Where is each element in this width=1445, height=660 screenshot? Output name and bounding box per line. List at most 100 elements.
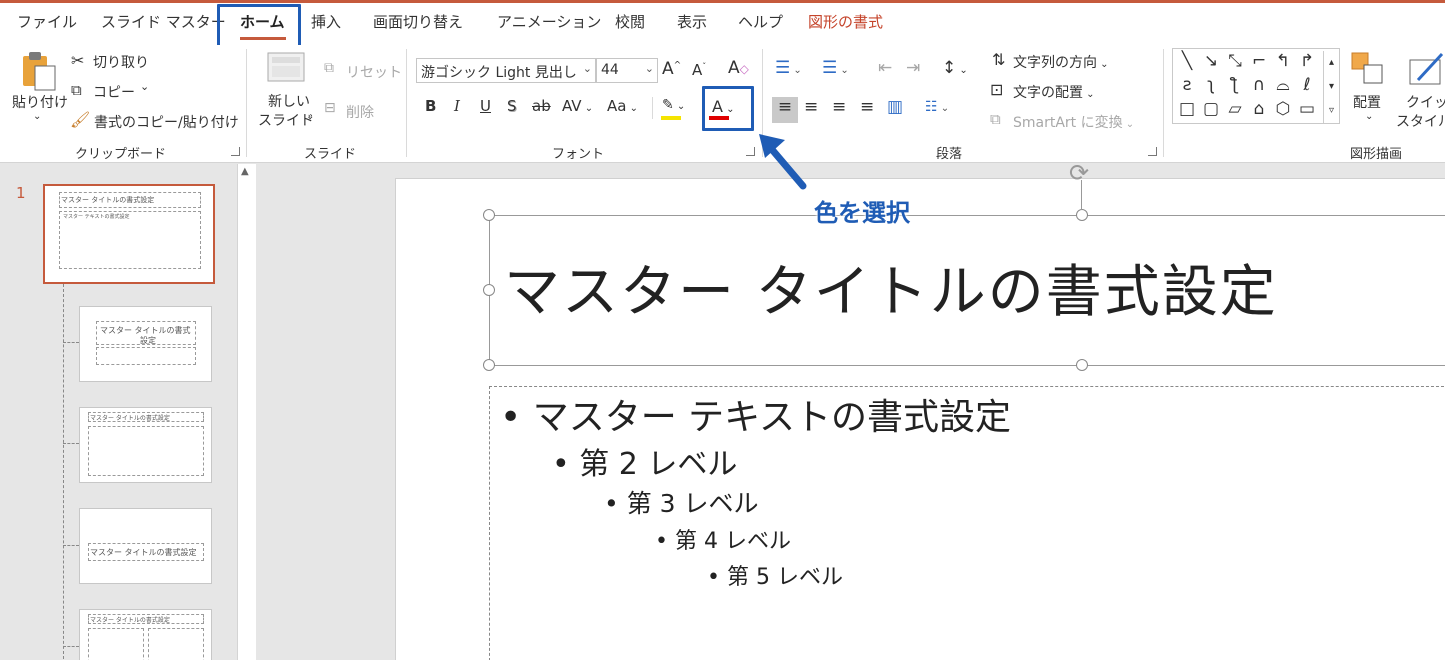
elbow-double-arrow-icon[interactable]: ↱ bbox=[1297, 51, 1317, 71]
thumb-body-placeholder bbox=[88, 426, 204, 476]
align-right-icon[interactable]: ≡ bbox=[832, 97, 846, 117]
font-color-button[interactable]: A ⌄ bbox=[712, 97, 735, 116]
underline-button[interactable]: U bbox=[480, 97, 491, 115]
font-size-select[interactable]: 44 ⌄ bbox=[596, 58, 658, 83]
change-case-button[interactable]: Aa ⌄ bbox=[607, 97, 638, 115]
clear-formatting-icon[interactable]: A◇ bbox=[728, 58, 749, 78]
elbow-connector-icon[interactable]: ⌐ bbox=[1249, 51, 1269, 71]
justify-icon[interactable]: ≡ bbox=[860, 97, 874, 117]
tab-review[interactable]: 校閲 bbox=[615, 11, 645, 32]
resize-handle[interactable] bbox=[483, 209, 495, 221]
line-shape-icon[interactable]: ╲ bbox=[1177, 51, 1197, 71]
rotate-handle-icon[interactable]: ⟳ bbox=[1069, 159, 1089, 187]
shadow-button[interactable]: S bbox=[507, 97, 517, 115]
text-direction-icon[interactable]: ⇅ bbox=[992, 50, 1005, 69]
slide-title[interactable]: マスター タイトルの書式設定 bbox=[504, 247, 1278, 328]
double-arrow-shape-icon[interactable]: ⤡ bbox=[1225, 51, 1245, 71]
shapes-gallery[interactable]: ╲ ↘ ⤡ ⌐ ↰ ↱ ƨ ʅ ƪ ∩ ⌓ ℓ □ ▢ ▱ ⌂ ⬡ ▭ ▴ ▾ ▿ bbox=[1172, 48, 1340, 124]
bullet-level-1[interactable]: • マスター テキストの書式設定 bbox=[500, 388, 1011, 440]
font-size-value: 44 bbox=[601, 62, 619, 78]
thumbnail-layout-two-content[interactable]: マスター タイトルの書式設定 bbox=[79, 609, 212, 660]
paragraph-launcher-icon[interactable] bbox=[1148, 147, 1157, 156]
copy-dropdown-icon[interactable]: ⌄ bbox=[140, 80, 149, 93]
quick-styles-icon[interactable] bbox=[1408, 50, 1445, 88]
decrease-indent-icon: ⇤ bbox=[878, 58, 893, 78]
resize-handle[interactable] bbox=[483, 359, 495, 371]
resize-handle[interactable] bbox=[483, 284, 495, 296]
paste-icon[interactable] bbox=[20, 50, 58, 92]
curved-double-arrow-icon[interactable]: ƪ bbox=[1225, 75, 1245, 95]
numbering-icon[interactable]: ☰ ⌄ bbox=[822, 58, 849, 78]
tab-slide-master[interactable]: スライド マスター bbox=[101, 11, 226, 32]
arrange-icon[interactable] bbox=[1350, 51, 1386, 87]
freeform-icon[interactable]: ⌓ bbox=[1273, 75, 1293, 95]
highlight-color-button[interactable]: ✎ ⌄ bbox=[662, 97, 685, 113]
thumbnail-scrollbar[interactable]: ▲ bbox=[237, 164, 256, 660]
align-text-button[interactable]: 文字の配置 ⌄ bbox=[1013, 82, 1095, 102]
new-slide-dropdown-icon[interactable]: ⌄ bbox=[306, 111, 314, 122]
tab-file[interactable]: ファイル bbox=[17, 11, 77, 32]
new-slide-icon[interactable] bbox=[266, 51, 306, 83]
curved-arrow-icon[interactable]: ʅ bbox=[1201, 75, 1221, 95]
rectangle-shape-icon[interactable]: □ bbox=[1177, 99, 1197, 119]
text-direction-button[interactable]: 文字列の方向 ⌄ bbox=[1013, 52, 1109, 72]
format-painter-button[interactable]: 書式のコピー/貼り付け bbox=[94, 112, 239, 132]
snip-diagonal-icon[interactable]: ⬡ bbox=[1273, 99, 1293, 119]
thumbnail-layout-section[interactable]: マスター タイトルの書式設定 bbox=[79, 508, 212, 584]
arrow-shape-icon[interactable]: ↘ bbox=[1201, 51, 1221, 71]
paste-label[interactable]: 貼り付け bbox=[12, 92, 68, 112]
italic-button[interactable]: I bbox=[454, 97, 460, 115]
bullet-level-4[interactable]: • 第 4 レベル bbox=[655, 523, 791, 555]
copy-button[interactable]: コピー bbox=[93, 82, 135, 102]
bullets-icon[interactable]: ☰ ⌄ bbox=[775, 58, 802, 78]
tab-shape-format[interactable]: 図形の書式 bbox=[808, 11, 883, 32]
align-center-icon[interactable]: ≡ bbox=[804, 97, 818, 117]
tab-view[interactable]: 表示 bbox=[677, 11, 707, 32]
copy-icon[interactable]: ⧉ bbox=[71, 81, 82, 99]
format-painter-icon[interactable]: 🖌 bbox=[70, 110, 90, 129]
line-spacing-icon[interactable]: ↕ ⌄ bbox=[942, 58, 968, 78]
thumbnail-layout-content[interactable]: マスター タイトルの書式設定 bbox=[79, 407, 212, 483]
columns-icon[interactable]: ☷ ⌄ bbox=[925, 99, 949, 115]
arrange-button[interactable]: 配置 bbox=[1353, 92, 1381, 112]
scroll-up-icon[interactable]: ▲ bbox=[241, 166, 249, 177]
tab-transitions[interactable]: 画面切り替え bbox=[373, 11, 463, 32]
shrink-font-icon[interactable]: Aˇ bbox=[692, 61, 706, 79]
bullet-level-2[interactable]: • 第 2 レベル bbox=[552, 439, 737, 483]
strikethrough-button[interactable]: ab bbox=[532, 97, 551, 115]
scribble-icon[interactable]: ℓ bbox=[1297, 75, 1317, 95]
curve-icon[interactable]: ∩ bbox=[1249, 75, 1269, 95]
tab-help[interactable]: ヘルプ bbox=[738, 11, 783, 32]
round-snip-icon[interactable]: ▭ bbox=[1297, 99, 1317, 119]
rounded-rectangle-icon[interactable]: ▢ bbox=[1201, 99, 1221, 119]
resize-handle[interactable] bbox=[1076, 209, 1088, 221]
paste-dropdown-icon[interactable]: ⌄ bbox=[33, 111, 41, 122]
thumbnail-slide-master[interactable]: マスター タイトルの書式設定 マスター テキストの書式設定 bbox=[43, 184, 215, 284]
clipboard-launcher-icon[interactable] bbox=[231, 147, 240, 156]
bold-button[interactable]: B bbox=[425, 97, 436, 115]
tab-insert[interactable]: 挿入 bbox=[311, 11, 341, 32]
elbow-arrow-icon[interactable]: ↰ bbox=[1273, 51, 1293, 71]
snip-same-side-icon[interactable]: ⌂ bbox=[1249, 99, 1269, 119]
tab-animations[interactable]: アニメーション bbox=[497, 11, 601, 32]
bullet-level-3[interactable]: • 第 3 レベル bbox=[604, 484, 759, 520]
thumbnail-layout-title[interactable]: マスター タイトルの書式 設定 bbox=[79, 306, 212, 382]
align-left-icon[interactable]: ≡ bbox=[772, 97, 798, 123]
align-text-icon[interactable]: ⊡ bbox=[990, 80, 1003, 99]
distributed-icon[interactable]: ▥ bbox=[887, 97, 903, 117]
curved-connector-icon[interactable]: ƨ bbox=[1177, 75, 1197, 95]
grow-font-icon[interactable]: A^ bbox=[662, 59, 681, 79]
cut-icon[interactable]: ✂ bbox=[71, 51, 84, 70]
character-spacing-button[interactable]: AV ⌄ bbox=[562, 97, 593, 115]
quick-styles-label-2[interactable]: スタイル bbox=[1396, 111, 1445, 131]
gallery-scroll-icon[interactable]: ▴ ▾ ▿ bbox=[1323, 51, 1339, 123]
cut-button[interactable]: 切り取り bbox=[93, 52, 149, 72]
quick-styles-label-1[interactable]: クイック bbox=[1406, 92, 1445, 112]
snip-rectangle-icon[interactable]: ▱ bbox=[1225, 99, 1245, 119]
resize-handle[interactable] bbox=[1076, 359, 1088, 371]
bullet-level-5[interactable]: • 第 5 レベル bbox=[707, 559, 843, 591]
font-name-select[interactable]: 游ゴシック Light 見出し ⌄ bbox=[416, 58, 596, 83]
font-launcher-icon[interactable] bbox=[746, 147, 755, 156]
arrange-dropdown-icon[interactable]: ⌄ bbox=[1365, 111, 1373, 122]
new-slide-label-1[interactable]: 新しい bbox=[268, 91, 310, 111]
